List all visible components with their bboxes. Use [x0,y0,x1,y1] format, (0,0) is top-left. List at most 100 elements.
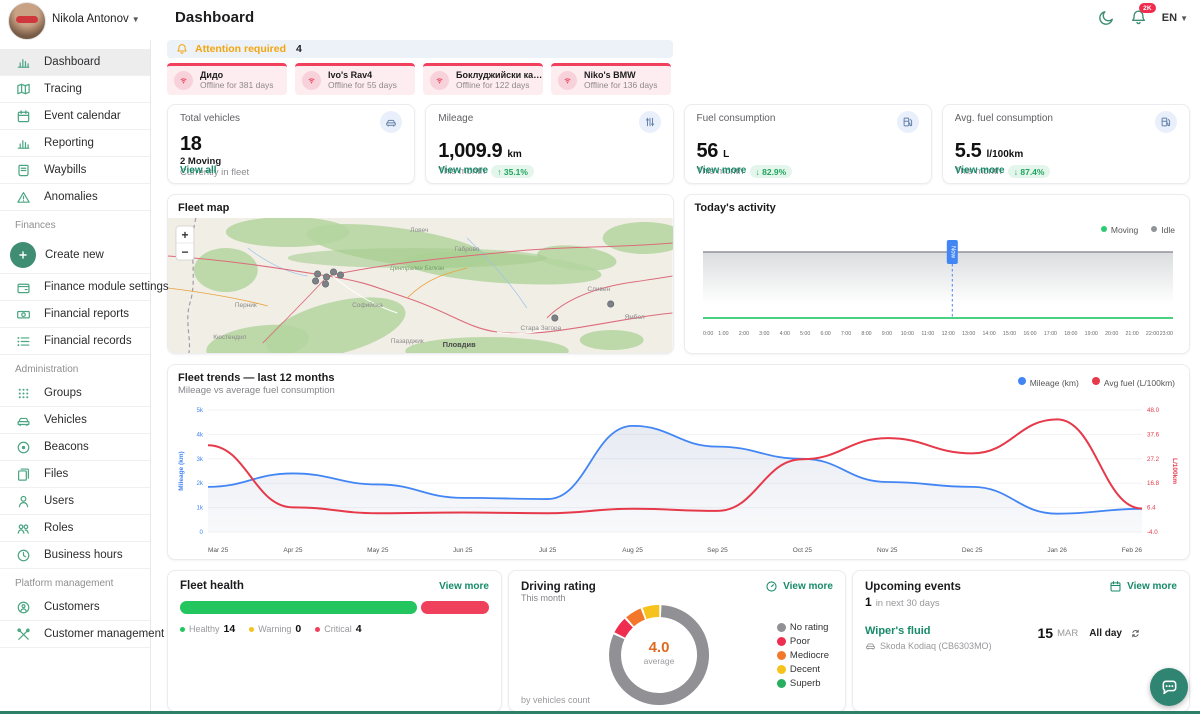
sidebar-item-roles[interactable]: Roles [0,515,150,542]
banknote-icon [15,306,31,322]
svg-text:16.8: 16.8 [1147,480,1160,487]
stat-link-view-more[interactable]: View more [438,165,488,176]
sidebar-item-finance-module-settings[interactable]: Finance module settings [0,274,150,301]
svg-text:L/100km: L/100km [1171,458,1178,484]
sidebar-section-label: Administration [0,355,150,380]
driving-rating-view-more-link[interactable]: View more [765,580,833,593]
sidebar-item-customer-management[interactable]: Customer management [0,621,150,648]
fleet-map-title: Fleet map [168,195,673,218]
attention-banner[interactable]: Attention required 4 [167,40,673,58]
svg-text:Mar 25: Mar 25 [208,547,229,554]
svg-text:22:00: 22:00 [1145,331,1158,337]
sidebar-item-business-hours[interactable]: Business hours [0,542,150,569]
stat-link-view-more[interactable]: View more [955,165,1005,176]
mileage-icon [639,111,661,133]
upcoming-events-card: Upcoming events View more 1in next 30 da… [852,570,1190,712]
fleet-health-view-more-link[interactable]: View more [439,581,489,592]
svg-text:Apr 25: Apr 25 [283,547,303,554]
sidebar-item-users[interactable]: Users [0,488,150,515]
stat-card-fuel-consumption: Fuel consumption56 LThis month ↓ 82.9%Vi… [684,104,932,184]
sidebar-item-anomalies[interactable]: Anomalies [0,184,150,211]
upcoming-events-view-more-link[interactable]: View more [1109,580,1177,593]
sidebar-item-vehicles[interactable]: Vehicles [0,407,150,434]
svg-text:1k: 1k [196,505,203,512]
svg-text:Dec 25: Dec 25 [962,547,983,554]
alert-card-ivo-s-rav4[interactable]: Ivo's Rav4Offline for 55 days [295,63,415,95]
svg-text:19:00: 19:00 [1084,331,1097,337]
health-segment-healthy [180,601,417,614]
chat-fab-button[interactable] [1150,668,1188,706]
notifications-bell-icon[interactable]: 2K [1130,9,1147,26]
sidebar-item-customers[interactable]: Customers [0,594,150,621]
svg-text:18:00: 18:00 [1064,331,1077,337]
stat-link-view-more[interactable]: View more [697,165,747,176]
sidebar-item-event-calendar[interactable]: Event calendar [0,103,150,130]
sidebar-item-reporting[interactable]: Reporting [0,130,150,157]
alert-card-дидо[interactable]: ДидоOffline for 381 days [167,63,287,95]
svg-text:Стара Загора: Стара Загора [521,325,562,332]
clock-icon [15,547,31,563]
sidebar-nav: DashboardTracingEvent calendarReportingW… [0,40,151,714]
svg-text:48.0: 48.0 [1147,407,1160,414]
svg-text:4.0: 4.0 [649,639,670,656]
calendar-icon [15,108,31,124]
sidebar-item-create-new[interactable]: Create new [0,236,150,274]
svg-text:Софийска: Софийска [352,301,383,309]
svg-text:Пазарджик: Пазарджик [391,338,424,345]
event-title-link[interactable]: Wiper's fluid [865,625,992,637]
dark-mode-moon-icon[interactable] [1098,9,1115,26]
user-menu[interactable]: Nikola Antonov▼ [52,13,140,25]
rating-legend: No ratingPoorMediocreDecentSuperb [777,619,829,692]
svg-text:Nov 25: Nov 25 [877,547,898,554]
language-selector[interactable]: EN▼ [1162,12,1188,24]
sidebar-item-financial-reports[interactable]: Financial reports [0,301,150,328]
health-legend-healthy: Healthy14 [180,623,235,635]
svg-text:-4.0: -4.0 [1147,529,1158,536]
todays-activity-card: Today's activity Moving Idle Now0:001:00… [684,194,1191,354]
svg-text:Feb 26: Feb 26 [1122,547,1143,554]
alert-cards-row: ДидоOffline for 381 daysIvo's Rav4Offlin… [167,63,1190,95]
sidebar-item-dashboard[interactable]: Dashboard [0,49,150,76]
customer-icon [15,599,31,615]
fleet-health-title: Fleet health [180,580,244,592]
svg-text:Ловеч: Ловеч [410,227,428,234]
svg-text:May 25: May 25 [367,547,389,554]
idle-legend-dot [1151,226,1157,232]
sidebar-section-label: Platform management [0,569,150,594]
sidebar-item-groups[interactable]: Groups [0,380,150,407]
rating-legend-decent: Decent [777,664,829,675]
user-avatar[interactable] [8,2,46,40]
sidebar-item-financial-records[interactable]: Financial records [0,328,150,355]
svg-text:Централен Балкан: Централен Балкан [390,266,445,272]
rating-legend-no-rating: No rating [777,622,829,633]
list-icon [15,333,31,349]
svg-text:37.6: 37.6 [1147,431,1160,438]
svg-text:12:00: 12:00 [941,331,954,337]
alert-card-боклуджийски-камион[interactable]: Боклуджийски камионOffline for 122 days [423,63,543,95]
alert-card-niko-s-bmw[interactable]: Niko's BMWOffline for 136 days [551,63,671,95]
sidebar-item-beacons[interactable]: Beacons [0,434,150,461]
stat-card-avg-fuel-consumption: Avg. fuel consumption5.5 l/100kmThis mon… [942,104,1190,184]
page-title: Dashboard [175,9,254,26]
driving-rating-card: Driving rating View more This month 4.0a… [508,570,846,712]
svg-text:6:00: 6:00 [820,331,830,337]
user-icon [15,493,31,509]
fleet-trends-card: Fleet trends — last 12 months Mileage vs… [167,364,1190,560]
sidebar-item-files[interactable]: Files [0,461,150,488]
wifi-off-icon [558,71,577,90]
svg-text:13:00: 13:00 [962,331,975,337]
svg-text:6.4: 6.4 [1147,505,1156,512]
tools-icon [15,626,31,642]
svg-text:7:00: 7:00 [840,331,850,337]
rating-legend-superb: Superb [777,678,829,689]
svg-text:2:00: 2:00 [738,331,748,337]
stat-link-view-all[interactable]: View all [180,165,217,176]
fleet-map[interactable]: ЛовечГабровоПерникСофийскаКюстендилЦентр… [168,218,673,354]
sidebar-item-tracing[interactable]: Tracing [0,76,150,103]
svg-text:average: average [644,656,675,666]
car-icon [380,111,402,133]
sidebar-item-waybills[interactable]: Waybills [0,157,150,184]
event-vehicle: Skoda Kodiaq (CB6303MO) [865,640,992,651]
chevron-down-icon: ▼ [132,15,140,24]
svg-text:Кюстендил: Кюстендил [213,334,246,341]
